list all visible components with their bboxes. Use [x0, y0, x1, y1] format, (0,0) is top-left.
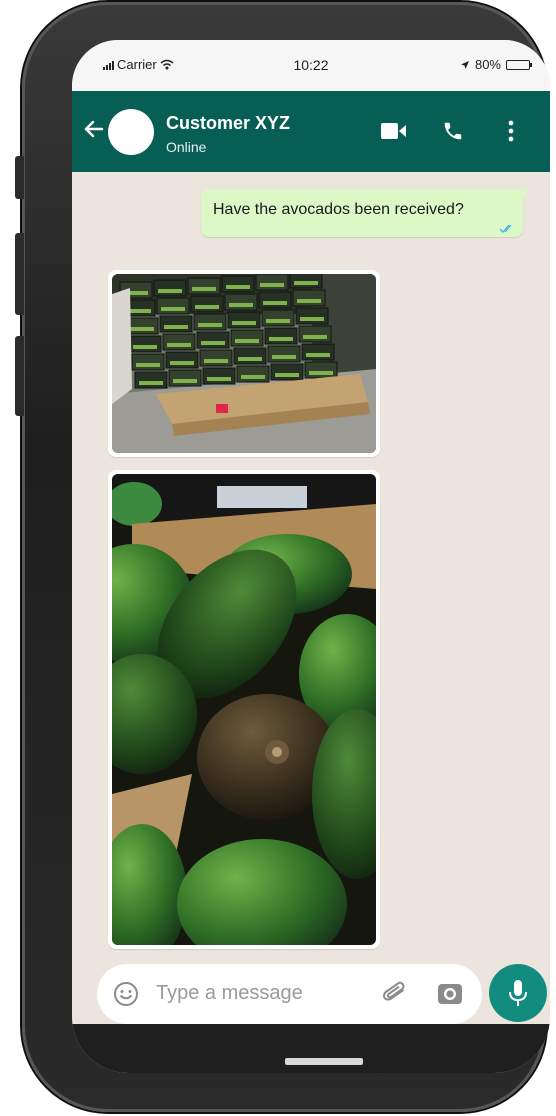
microphone-button[interactable]	[489, 964, 547, 1022]
image-message-pallet[interactable]	[108, 270, 380, 457]
phone-call-icon[interactable]	[442, 120, 464, 142]
message-input[interactable]: Type a message	[97, 964, 482, 1024]
avocado-photo	[112, 474, 376, 945]
volume-up-button	[15, 233, 24, 315]
contact-avatar[interactable]	[108, 109, 154, 155]
battery-percent: 80%	[474, 57, 501, 72]
battery-indicator: 80%	[460, 57, 532, 72]
outgoing-message[interactable]: Have the avocados been received?	[201, 189, 530, 237]
pallet-photo	[112, 274, 376, 453]
emoji-icon[interactable]	[113, 981, 139, 1007]
phone-frame: Carrier 10:22 80% Customer XYZ Online Ha…	[22, 2, 550, 1112]
home-indicator[interactable]	[285, 1058, 363, 1065]
more-options-icon[interactable]	[508, 120, 514, 142]
contact-status: Online	[166, 139, 207, 155]
message-placeholder: Type a message	[156, 982, 303, 1004]
message-composer: Type a message	[72, 962, 550, 1024]
contact-name[interactable]: Customer XYZ	[166, 113, 290, 134]
bottom-bar	[72, 1024, 550, 1073]
mute-switch	[15, 156, 24, 199]
microphone-icon	[509, 980, 527, 1006]
image-message-avocados[interactable]	[108, 470, 380, 949]
video-call-icon[interactable]	[381, 122, 407, 140]
attachment-icon[interactable]	[380, 980, 408, 1008]
camera-icon[interactable]	[437, 981, 463, 1007]
status-bar: Carrier 10:22 80%	[72, 40, 550, 91]
message-text: Have the avocados been received?	[213, 201, 464, 218]
volume-down-button	[15, 336, 24, 416]
back-arrow-icon[interactable]	[82, 117, 106, 141]
chat-header: Customer XYZ Online	[72, 91, 550, 172]
location-arrow-icon	[460, 60, 469, 69]
battery-icon	[506, 59, 532, 70]
read-receipt-icon	[499, 224, 512, 233]
chat-area[interactable]: Have the avocados been received?	[72, 172, 550, 962]
phone-screen: Carrier 10:22 80% Customer XYZ Online Ha…	[72, 40, 550, 1073]
